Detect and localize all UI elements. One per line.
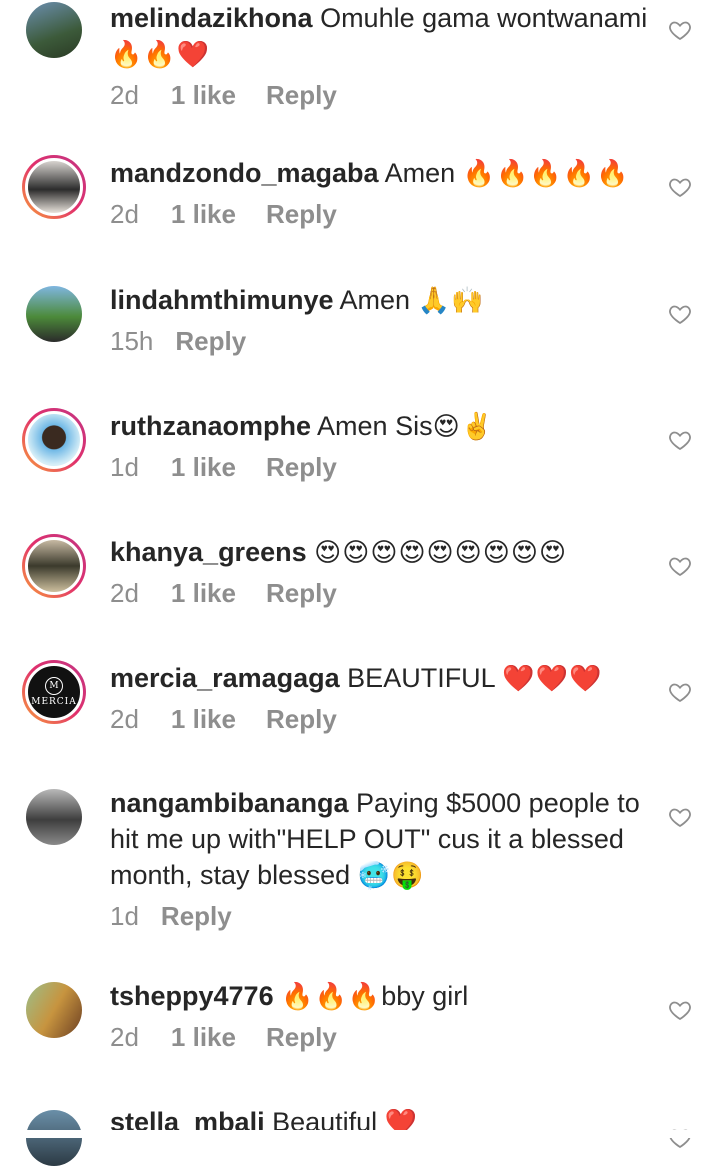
- heart-icon[interactable]: [668, 175, 692, 199]
- avatar[interactable]: [22, 408, 86, 472]
- like-count[interactable]: 1 like: [171, 452, 236, 482]
- reply-button[interactable]: Reply: [266, 578, 337, 608]
- comment-emoji: 🔥🔥❤️: [110, 39, 211, 69]
- username[interactable]: nangambibananga: [110, 788, 349, 818]
- comment-emoji: 🙏🙌: [417, 285, 485, 315]
- heart-icon[interactable]: [668, 18, 692, 42]
- timestamp: 1d: [110, 901, 139, 931]
- heart-icon[interactable]: [668, 680, 692, 704]
- comment-text: lindahmthimunye Amen 🙏🙌: [110, 282, 655, 318]
- heart-icon[interactable]: [668, 302, 692, 326]
- avatar[interactable]: [22, 534, 86, 598]
- comment-meta: 1d Reply: [110, 901, 655, 932]
- reply-button[interactable]: Reply: [175, 326, 246, 356]
- avatar[interactable]: [26, 1110, 82, 1166]
- avatar[interactable]: [26, 789, 82, 845]
- username[interactable]: khanya_greens: [110, 537, 307, 567]
- avatar[interactable]: [26, 982, 82, 1038]
- username[interactable]: mercia_ramagaga: [110, 663, 340, 693]
- like-count[interactable]: 1 like: [171, 704, 236, 734]
- comment-text: melindazikhona Omuhle gama wontwanami 🔥🔥❤…: [110, 0, 655, 72]
- comment-body: Amen Sis: [317, 411, 433, 441]
- comment-emoji: 😍😍😍😍😍😍😍😍😍: [314, 537, 568, 567]
- comment-meta: 15h Reply: [110, 326, 655, 357]
- comment-text: mandzondo_magaba Amen 🔥🔥🔥🔥🔥: [110, 155, 655, 191]
- timestamp: 2d: [110, 578, 139, 608]
- heart-icon[interactable]: [668, 428, 692, 452]
- avatar[interactable]: [22, 155, 86, 219]
- comment-emoji: 😍✌️: [432, 411, 495, 441]
- username[interactable]: tsheppy4776: [110, 981, 274, 1011]
- bottom-mask: [0, 1130, 720, 1138]
- heart-icon[interactable]: [668, 998, 692, 1022]
- comment-body: BEAUTIFUL: [347, 663, 495, 693]
- comment-body: Amen: [384, 158, 456, 188]
- comment-emoji: 🔥🔥🔥: [281, 981, 382, 1011]
- heart-icon[interactable]: [668, 554, 692, 578]
- username[interactable]: melindazikhona: [110, 3, 313, 33]
- username[interactable]: ruthzanaomphe: [110, 411, 311, 441]
- comment-text: tsheppy4776 🔥🔥🔥bby girl: [110, 978, 655, 1014]
- comment-meta: 2d 1 like Reply: [110, 578, 655, 609]
- timestamp: 2d: [110, 1022, 139, 1052]
- comment-meta: 2d 1 like Reply: [110, 199, 655, 230]
- reply-button[interactable]: Reply: [161, 901, 232, 931]
- comment-emoji: 🥶🤑: [357, 860, 425, 890]
- username[interactable]: mandzondo_magaba: [110, 158, 379, 188]
- comment-emoji: 🔥🔥🔥🔥🔥: [462, 158, 630, 188]
- comment-text: nangambibananga Paying $5000 people to h…: [110, 785, 655, 893]
- timestamp: 2d: [110, 80, 139, 110]
- timestamp: 2d: [110, 704, 139, 734]
- avatar[interactable]: [26, 286, 82, 342]
- comment-meta: 2d 1 like Reply: [110, 704, 655, 735]
- comment-text: khanya_greens 😍😍😍😍😍😍😍😍😍: [110, 534, 655, 570]
- avatar-logo-text: MERCIA: [31, 697, 77, 707]
- like-count[interactable]: 1 like: [171, 80, 236, 110]
- comment-text: mercia_ramagaga BEAUTIFUL ❤️❤️❤️: [110, 660, 655, 696]
- timestamp: 1d: [110, 452, 139, 482]
- avatar[interactable]: M MERCIA: [22, 660, 86, 724]
- like-count[interactable]: 1 like: [171, 1022, 236, 1052]
- avatar[interactable]: [26, 2, 82, 58]
- like-count[interactable]: 1 like: [171, 578, 236, 608]
- timestamp: 15h: [110, 326, 154, 356]
- comment-emoji: ❤️❤️❤️: [502, 663, 603, 693]
- reply-button[interactable]: Reply: [266, 452, 337, 482]
- reply-button[interactable]: Reply: [266, 199, 337, 229]
- comment-body: Omuhle gama wontwanami: [320, 3, 648, 33]
- timestamp: 2d: [110, 199, 139, 229]
- reply-button[interactable]: Reply: [266, 704, 337, 734]
- username[interactable]: lindahmthimunye: [110, 285, 334, 315]
- comment-meta: 2d 1 like Reply: [110, 80, 655, 111]
- reply-button[interactable]: Reply: [266, 1022, 337, 1052]
- comment-text: ruthzanaomphe Amen Sis😍✌️: [110, 408, 655, 444]
- like-count[interactable]: 1 like: [171, 199, 236, 229]
- comment-meta: 1d 1 like Reply: [110, 452, 655, 483]
- comment-meta: 2d 1 like Reply: [110, 1022, 655, 1053]
- reply-button[interactable]: Reply: [266, 80, 337, 110]
- comment-body: Amen: [339, 285, 411, 315]
- comment-body: bby girl: [381, 981, 469, 1011]
- heart-icon[interactable]: [668, 805, 692, 829]
